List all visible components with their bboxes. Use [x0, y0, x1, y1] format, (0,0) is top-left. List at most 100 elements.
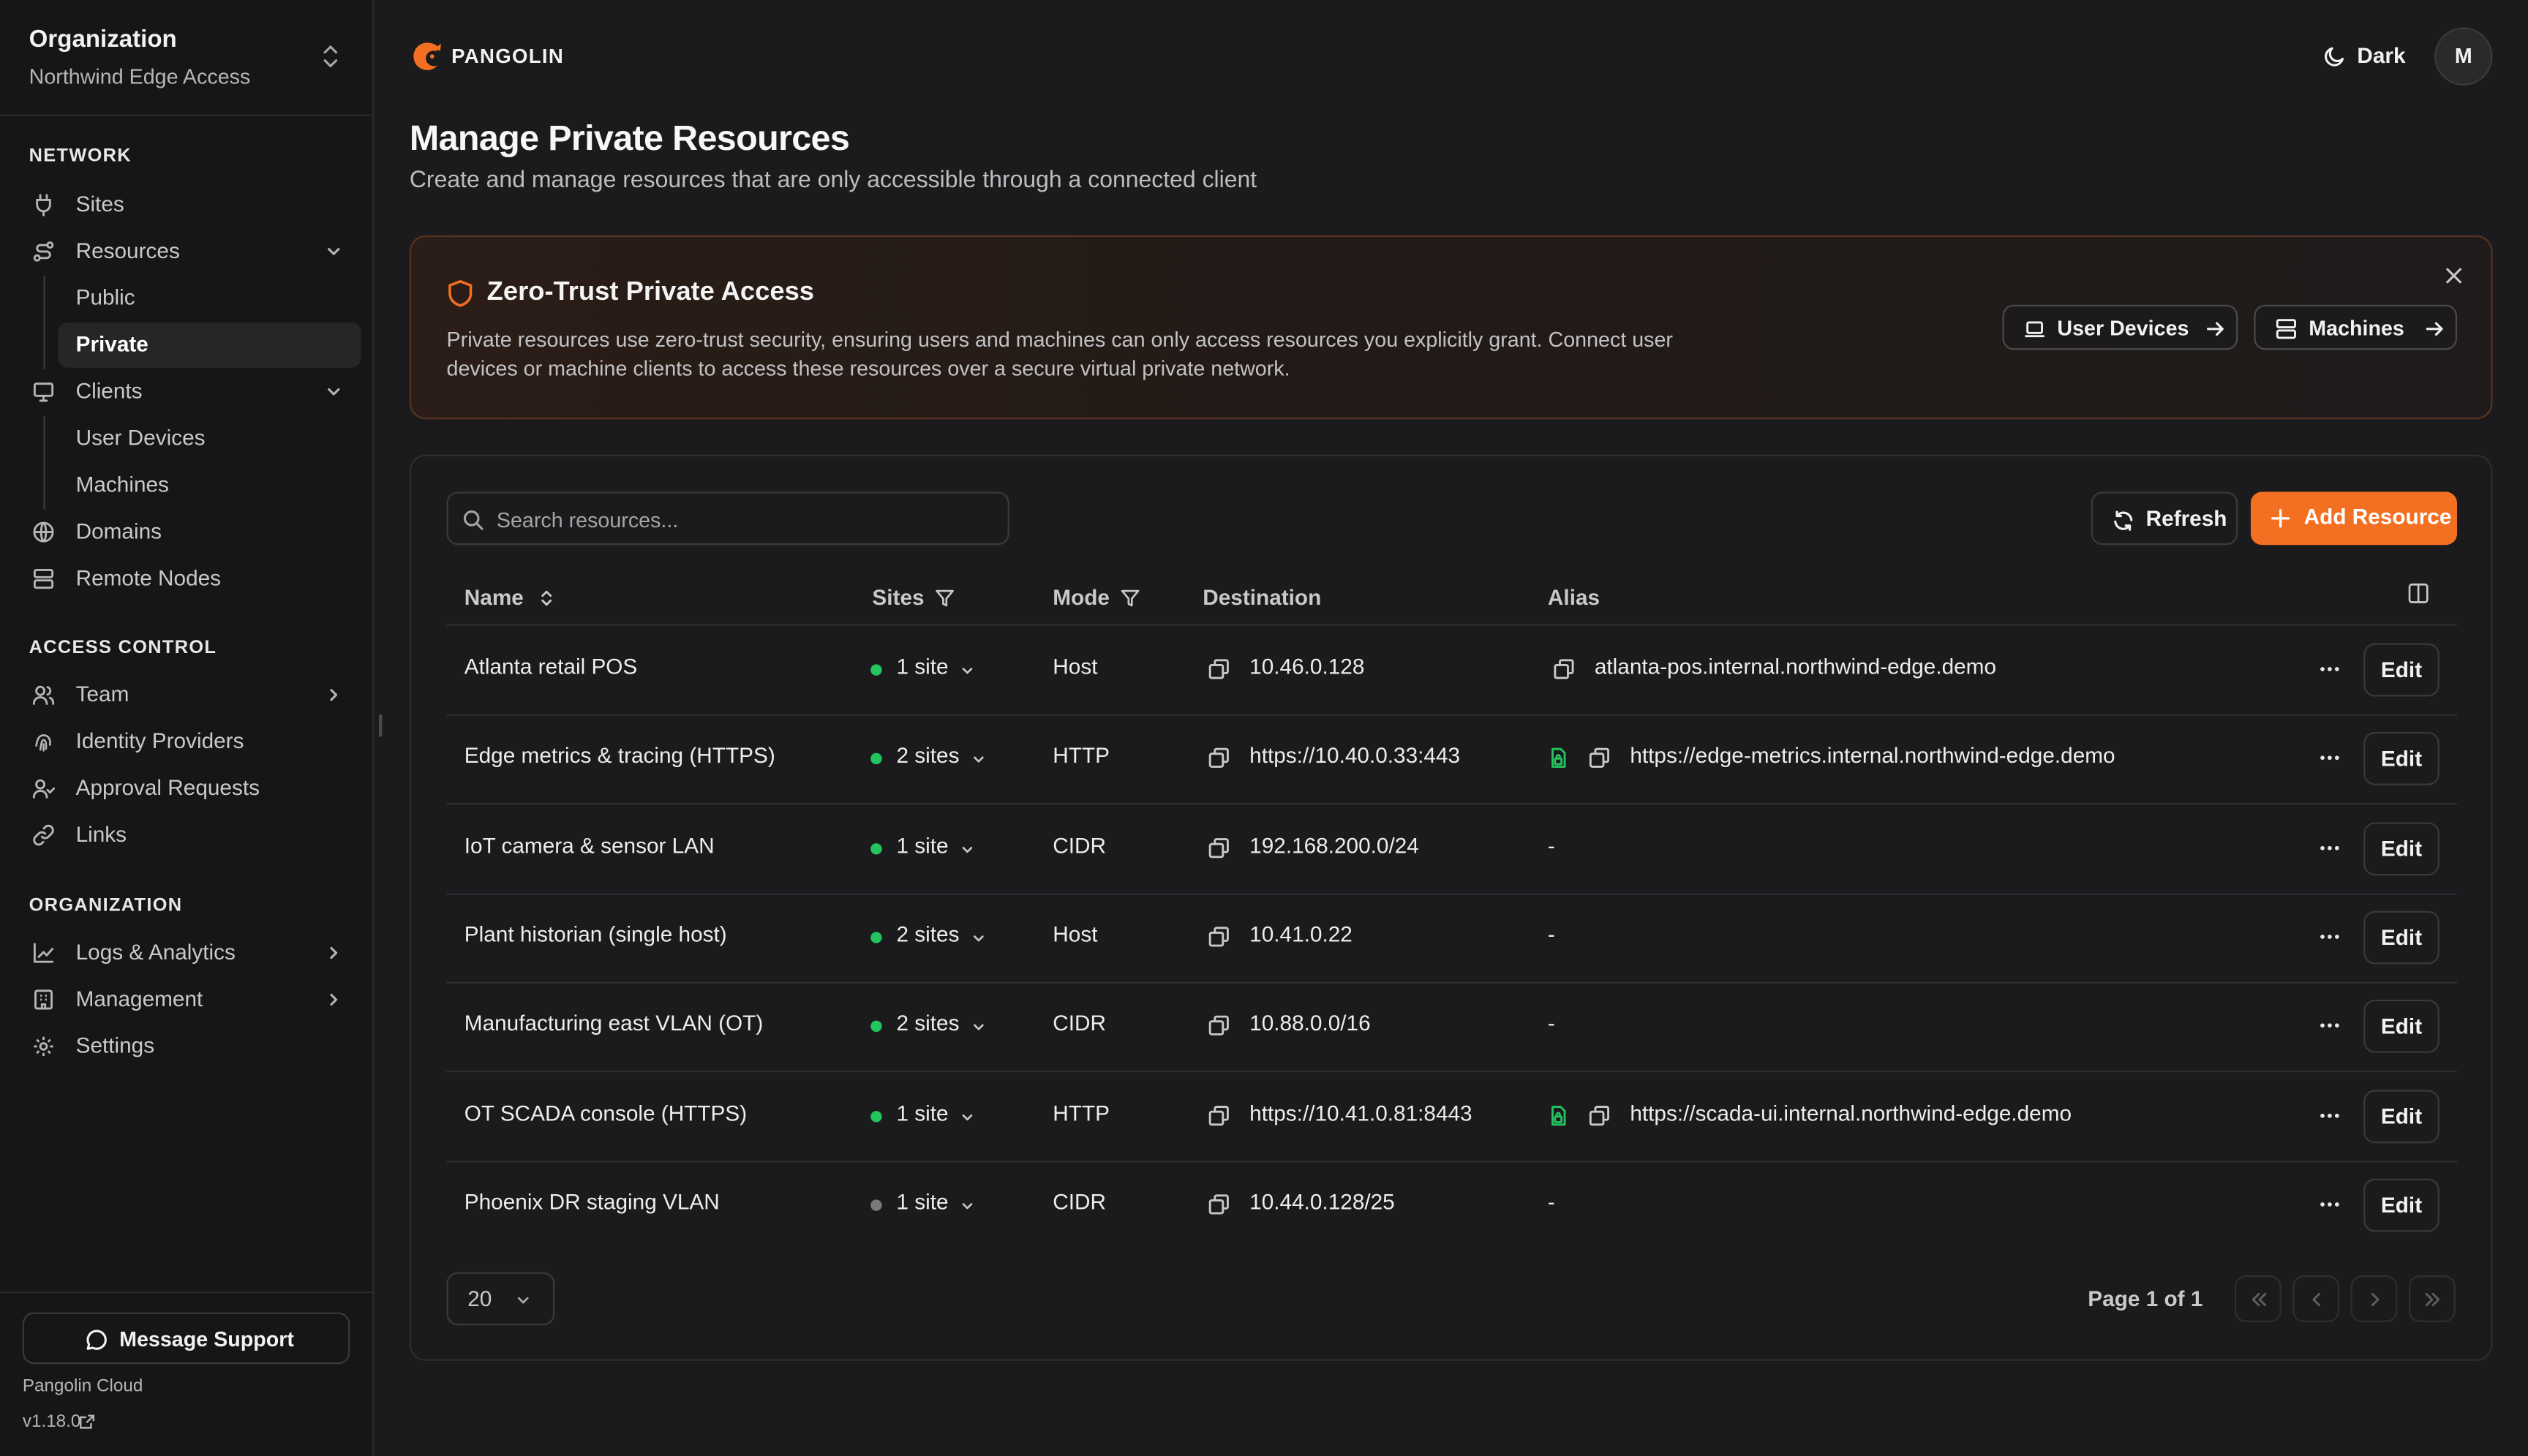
sidebar-item-links[interactable]: Links [23, 812, 361, 858]
last-page-button[interactable] [2408, 1275, 2456, 1322]
sidebar-item-team[interactable]: Team [23, 672, 361, 717]
table-row[interactable]: Manufacturing east VLAN (OT) 2 sites CIDR 1… [447, 982, 2458, 1071]
page-size-select[interactable]: 20 [446, 1272, 555, 1326]
sidebar-item-approval-requests[interactable]: Approval Requests [23, 766, 361, 811]
external-link-icon[interactable] [79, 1414, 95, 1430]
edit-button[interactable]: Edit [2363, 643, 2439, 697]
sidebar-item-label: Public [75, 285, 135, 310]
chevron-down-icon[interactable] [961, 664, 974, 677]
sites-count[interactable]: 1 site [896, 1101, 948, 1125]
sites-count[interactable]: 2 sites [896, 922, 959, 946]
edit-button[interactable]: Edit [2363, 821, 2439, 875]
column-header-name[interactable]: Name [464, 585, 552, 609]
first-page-button[interactable] [2234, 1275, 2281, 1322]
sidebar-item-user-devices[interactable]: User Devices [58, 416, 361, 461]
copy-icon[interactable] [1208, 1193, 1230, 1215]
copy-icon[interactable] [1208, 925, 1230, 948]
sites-count[interactable]: 2 sites [896, 744, 959, 768]
avatar[interactable]: M [2434, 27, 2493, 86]
filter-icon[interactable] [935, 589, 954, 608]
column-header-mode[interactable]: Mode [1053, 585, 1140, 609]
sidebar-item-clients[interactable]: Clients [23, 369, 361, 415]
resource-destination: 10.44.0.128/25 [1249, 1189, 1395, 1214]
sites-count[interactable]: 1 site [896, 833, 948, 857]
copy-icon[interactable] [1208, 1014, 1230, 1037]
more-options-icon[interactable] [2318, 1107, 2341, 1123]
columns-icon[interactable] [2407, 582, 2430, 605]
sidebar-item-settings[interactable]: Settings [23, 1024, 361, 1069]
table-row[interactable]: Plant historian (single host) 2 sites Host… [447, 893, 2458, 981]
search-input[interactable] [496, 502, 981, 535]
lock-icon [1551, 748, 1566, 769]
edit-button[interactable]: Edit [2363, 1089, 2439, 1143]
filter-icon[interactable] [1121, 589, 1140, 608]
sidebar-item-machines[interactable]: Machines [58, 463, 361, 508]
chevron-down-icon[interactable] [972, 932, 985, 945]
close-icon[interactable] [2442, 265, 2465, 287]
more-options-icon[interactable] [2318, 1018, 2341, 1034]
sidebar-item-sites[interactable]: Sites [23, 182, 361, 227]
edit-button[interactable]: Edit [2363, 1178, 2439, 1232]
chevron-right-icon [330, 689, 338, 701]
copy-icon[interactable] [1208, 658, 1230, 681]
sidebar-item-remote-nodes[interactable]: Remote Nodes [23, 557, 361, 602]
chevron-down-icon[interactable] [972, 1021, 985, 1034]
copy-icon[interactable] [1588, 1104, 1611, 1126]
brand-name: PANGOLIN [451, 45, 565, 68]
edit-button[interactable]: Edit [2363, 732, 2439, 786]
more-options-icon[interactable] [2318, 840, 2341, 856]
prev-page-button[interactable] [2292, 1275, 2340, 1322]
chevron-down-icon[interactable] [961, 1110, 974, 1123]
table-row[interactable]: Edge metrics & tracing (HTTPS) 2 sites HTT… [447, 714, 2458, 803]
more-options-icon[interactable] [2318, 661, 2341, 677]
user-devices-button[interactable]: User Devices [2002, 304, 2238, 350]
sites-count[interactable]: 1 site [896, 655, 948, 679]
table-row[interactable]: OT SCADA console (HTTPS) 1 site HTTP https:… [447, 1071, 2458, 1160]
table-row[interactable]: Atlanta retail POS 1 site Host 10.46.0.128 a… [447, 625, 2458, 714]
more-options-icon[interactable] [2318, 1196, 2341, 1212]
copy-icon[interactable] [1208, 747, 1230, 769]
sidebar-item-domains[interactable]: Domains [23, 510, 361, 555]
chevrons-up-down-icon[interactable] [319, 42, 342, 71]
table-row[interactable]: Phoenix DR staging VLAN 1 site CIDR 10.44.0… [447, 1161, 2458, 1249]
sidebar-item-label: Clients [75, 379, 143, 404]
copy-icon[interactable] [1208, 1104, 1230, 1126]
sidebar-item-logs[interactable]: Logs & Analytics [23, 930, 361, 976]
column-header-label: Sites [872, 585, 925, 610]
arrow-right-icon [2426, 322, 2443, 336]
machines-button[interactable]: Machines [2254, 304, 2458, 350]
copy-icon[interactable] [1208, 836, 1230, 859]
org-switcher[interactable]: Organization Northwind Edge Access [0, 0, 373, 116]
table-row[interactable]: IoT camera & sensor LAN 1 site CIDR 192.168… [447, 804, 2458, 892]
message-support-button[interactable]: Message Support [22, 1312, 350, 1365]
edit-button[interactable]: Edit [2363, 1000, 2439, 1054]
sidebar-resize-handle[interactable] [378, 714, 383, 737]
page-info: Page 1 of 1 [2088, 1286, 2203, 1311]
sidebar-item-management[interactable]: Management [23, 977, 361, 1022]
sites-count[interactable]: 2 sites [896, 1011, 959, 1036]
refresh-button[interactable]: Refresh [2091, 491, 2238, 546]
chevron-down-icon[interactable] [961, 1199, 974, 1212]
pangolin-logo-icon [413, 42, 441, 70]
chevron-down-icon[interactable] [961, 842, 974, 856]
copy-icon[interactable] [1588, 747, 1611, 769]
status-dot [870, 842, 882, 854]
version-link[interactable]: v1.18.0 [23, 1412, 81, 1431]
sites-count[interactable]: 1 site [896, 1190, 948, 1214]
search-icon [463, 510, 484, 530]
next-page-button[interactable] [2350, 1275, 2398, 1322]
sidebar-item-private[interactable]: Private [58, 322, 361, 368]
chevron-down-icon[interactable] [972, 753, 985, 766]
edit-button[interactable]: Edit [2363, 910, 2439, 965]
sidebar-item-identity-providers[interactable]: Identity Providers [23, 719, 361, 764]
sidebar-item-resources[interactable]: Resources [23, 229, 361, 274]
add-resource-button[interactable]: Add Resource [2250, 491, 2458, 546]
sort-icon[interactable] [537, 589, 556, 608]
sidebar-item-public[interactable]: Public [58, 276, 361, 321]
laptop-icon [2025, 321, 2044, 338]
more-options-icon[interactable] [2318, 929, 2341, 945]
more-options-icon[interactable] [2318, 750, 2341, 766]
theme-toggle-button[interactable]: Dark [2322, 42, 2412, 74]
copy-icon[interactable] [1553, 658, 1576, 681]
column-header-sites[interactable]: Sites [872, 585, 954, 610]
